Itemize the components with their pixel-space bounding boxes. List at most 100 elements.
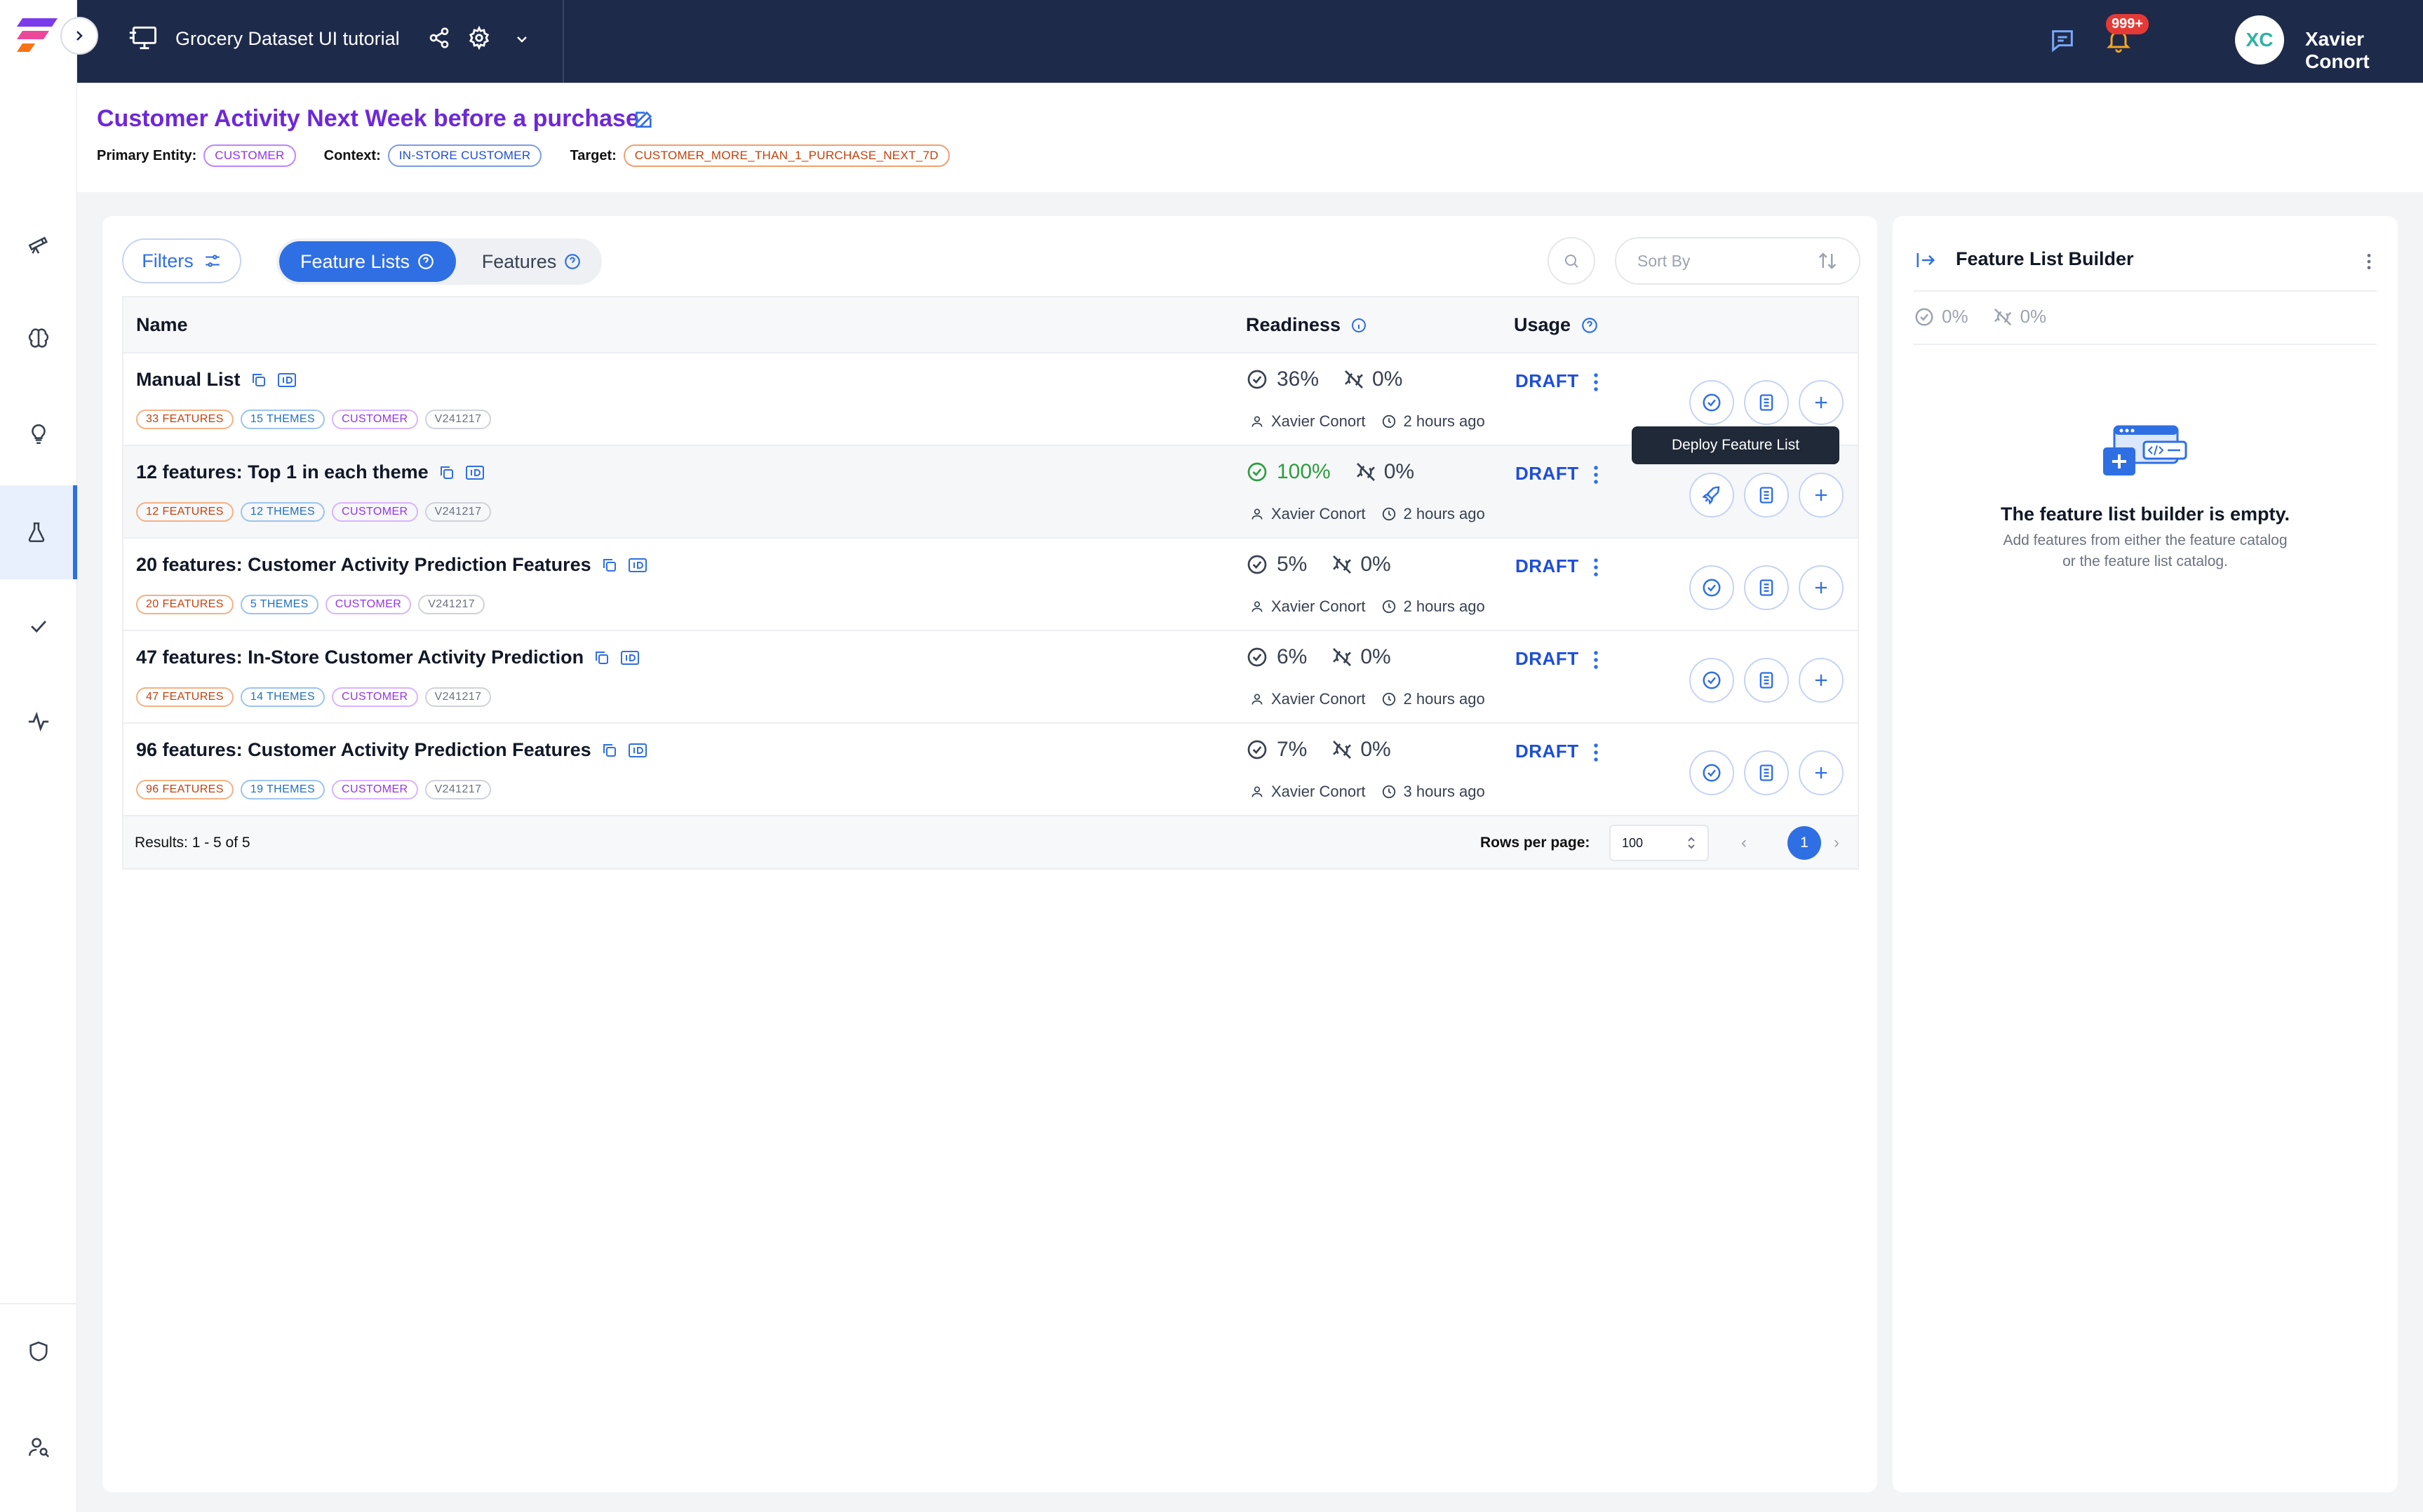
clock-icon: [1381, 599, 1397, 614]
tab-features[interactable]: Features: [467, 241, 596, 282]
more-vertical-icon[interactable]: [1590, 464, 1602, 485]
sidebar-item-security[interactable]: [0, 1304, 77, 1398]
add-to-builder-button[interactable]: [1799, 658, 1844, 703]
copy-icon[interactable]: [438, 464, 455, 481]
user-name[interactable]: Xavier Conort: [2305, 28, 2423, 73]
badge-check-icon: [1701, 577, 1722, 598]
notebook-button[interactable]: [1744, 473, 1789, 518]
rows-per-page-select[interactable]: 100: [1609, 825, 1709, 861]
readiness-stats: 6% 0%: [1246, 645, 1391, 669]
feature-list-tags: 20 FEATURES 5 THEMES CUSTOMER V241217: [136, 595, 485, 614]
copy-icon[interactable]: [601, 557, 618, 574]
column-usage[interactable]: Usage: [1514, 314, 1599, 336]
more-vertical-icon[interactable]: [1590, 557, 1602, 578]
online-percent: 0%: [1360, 645, 1391, 668]
owner-info: Xavier Conort 2 hours ago: [1250, 412, 1485, 431]
clock-icon: [1381, 414, 1397, 429]
brain-icon: [27, 327, 51, 351]
add-to-builder-button[interactable]: [1799, 380, 1844, 425]
more-vertical-icon[interactable]: [1590, 649, 1602, 670]
sidebar-item-knowledge[interactable]: [0, 292, 77, 386]
sort-by-placeholder: Sort By: [1637, 251, 1691, 270]
column-name[interactable]: Name: [136, 314, 188, 336]
copy-icon[interactable]: [601, 742, 618, 759]
table-row[interactable]: 96 features: Customer Activity Predictio…: [123, 724, 1858, 816]
version-tag: V241217: [424, 687, 492, 707]
sort-by-select[interactable]: Sort By: [1615, 237, 1860, 285]
add-to-builder-button[interactable]: [1799, 750, 1844, 795]
deploy-feature-list-button[interactable]: [1689, 473, 1734, 518]
notification-badge: 999+: [2106, 14, 2149, 34]
feature-count-tag: 20 FEATURES: [136, 595, 234, 614]
feature-list-name[interactable]: 47 features: In-Store Customer Activity …: [136, 647, 640, 668]
help-icon[interactable]: [1580, 316, 1599, 335]
gear-icon[interactable]: [467, 26, 491, 50]
sidebar-item-monitor[interactable]: [0, 675, 77, 769]
tab-feature-lists[interactable]: Feature Lists: [279, 241, 456, 282]
id-icon[interactable]: [620, 649, 640, 666]
feature-count-tag: 12 FEATURES: [136, 502, 234, 522]
more-vertical-icon[interactable]: [1590, 372, 1602, 393]
page-number-current[interactable]: 1: [1787, 826, 1821, 860]
chevron-down-icon[interactable]: [512, 31, 532, 48]
theme-count-tag: 19 THEMES: [240, 780, 325, 799]
sidebar-expand-button[interactable]: [60, 17, 98, 55]
copy-icon[interactable]: [250, 372, 267, 389]
offline-icon: [1992, 306, 2013, 328]
sidebar-item-user-search[interactable]: [0, 1400, 77, 1494]
notebook-button[interactable]: [1744, 750, 1789, 795]
check-readiness-button[interactable]: [1689, 750, 1734, 795]
add-to-builder-button[interactable]: [1799, 565, 1844, 610]
feature-list-name[interactable]: 20 features: Customer Activity Predictio…: [136, 554, 647, 576]
table-row[interactable]: 20 features: Customer Activity Predictio…: [123, 539, 1858, 631]
help-icon[interactable]: [417, 252, 435, 271]
id-icon[interactable]: [628, 742, 647, 759]
user-icon: [1250, 414, 1264, 428]
id-icon[interactable]: [628, 557, 647, 574]
check-readiness-button[interactable]: [1689, 658, 1734, 703]
notebook-icon: [1757, 670, 1776, 690]
previous-page-icon[interactable]: ‹: [1741, 833, 1747, 853]
copy-icon[interactable]: [593, 649, 610, 666]
builder-empty-line: Add features from either the feature cat…: [2003, 532, 2288, 548]
info-icon[interactable]: [1350, 317, 1367, 334]
online-percent: 0%: [1383, 460, 1415, 483]
sidebar-item-experiment[interactable]: [0, 485, 77, 579]
more-vertical-icon[interactable]: [1590, 742, 1602, 763]
app-logo[interactable]: [17, 15, 60, 55]
filters-button[interactable]: Filters: [122, 238, 241, 283]
dataset-title[interactable]: Grocery Dataset UI tutorial: [175, 28, 400, 50]
next-page-icon[interactable]: ›: [1834, 833, 1839, 853]
page-title: Customer Activity Next Week before a pur…: [97, 105, 639, 132]
user-search-icon: [27, 1435, 51, 1459]
chat-icon[interactable]: [2048, 27, 2076, 55]
notebook-button[interactable]: [1744, 658, 1789, 703]
check-readiness-button[interactable]: [1689, 380, 1734, 425]
feature-list-name[interactable]: 96 features: Customer Activity Predictio…: [136, 739, 647, 761]
id-icon[interactable]: [465, 464, 485, 481]
context-chip: IN-STORE CUSTOMER: [387, 144, 542, 167]
feature-list-name[interactable]: Manual List: [136, 369, 297, 391]
avatar[interactable]: XC: [2235, 15, 2284, 65]
edit-icon[interactable]: [633, 108, 655, 130]
id-icon[interactable]: [277, 372, 297, 389]
table-row[interactable]: 12 features: Top 1 in each theme 12 FEAT…: [123, 446, 1858, 539]
help-icon[interactable]: [563, 252, 582, 271]
check-readiness-button[interactable]: [1689, 565, 1734, 610]
collapse-panel-icon[interactable]: [1914, 250, 1938, 271]
feature-list-name[interactable]: 12 features: Top 1 in each theme: [136, 461, 485, 483]
column-readiness[interactable]: Readiness: [1246, 314, 1367, 336]
notebook-button[interactable]: [1744, 380, 1789, 425]
search-button[interactable]: [1548, 237, 1595, 285]
table-row[interactable]: Manual List 33 FEATURES 15 THEMES CUSTOM…: [123, 353, 1858, 446]
sidebar-item-deploy[interactable]: [0, 579, 77, 673]
share-icon[interactable]: [428, 27, 450, 49]
add-to-builder-button[interactable]: [1799, 473, 1844, 518]
version-tag: V241217: [424, 410, 492, 429]
table-row[interactable]: 47 features: In-Store Customer Activity …: [123, 631, 1858, 724]
notebook-button[interactable]: [1744, 565, 1789, 610]
readiness-stats: 7% 0%: [1246, 738, 1391, 762]
sidebar-item-overview[interactable]: [0, 196, 77, 290]
sidebar-item-ideation[interactable]: [0, 387, 77, 481]
more-vertical-icon[interactable]: [2364, 252, 2374, 271]
